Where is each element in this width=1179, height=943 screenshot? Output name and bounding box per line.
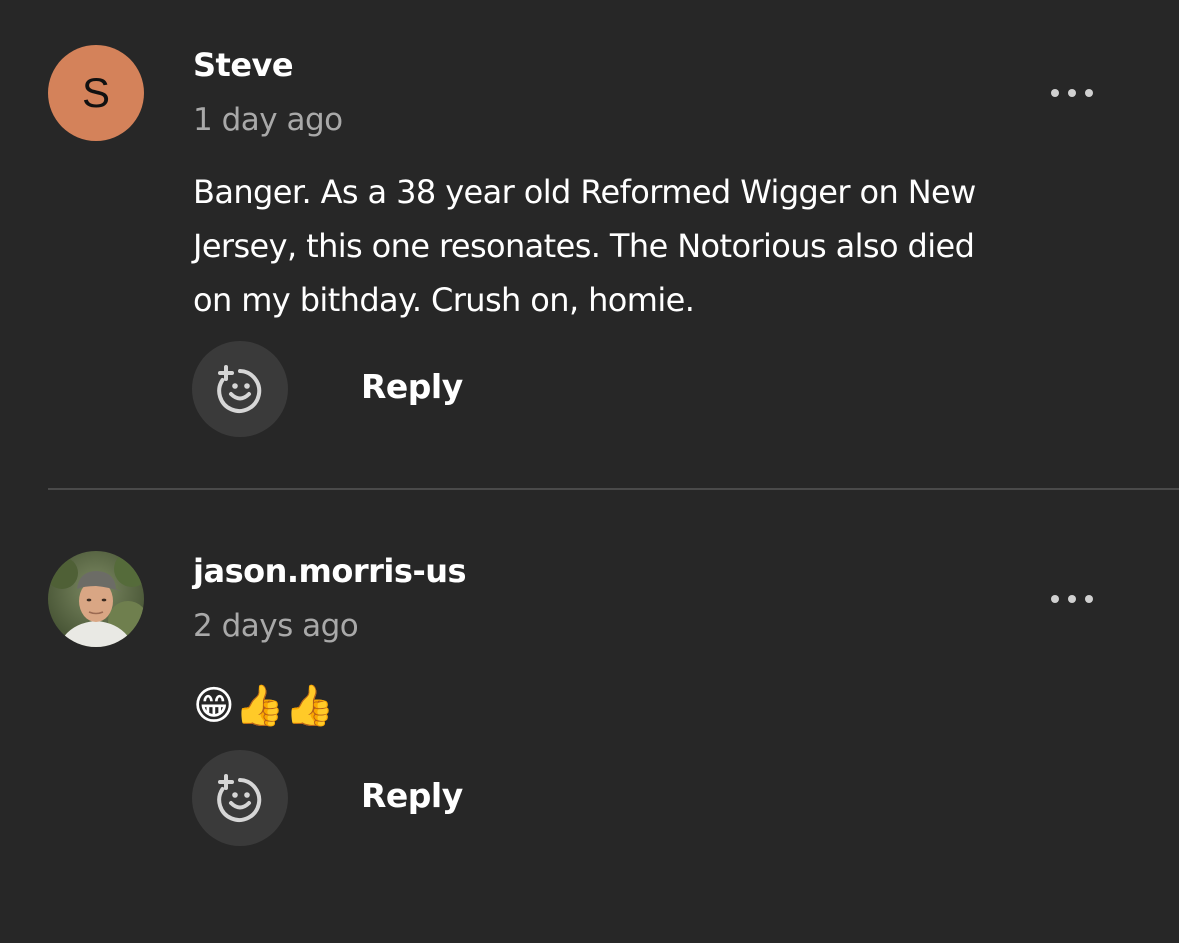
avatar-initial: S — [81, 69, 110, 116]
comment-timestamp: 2 days ago — [193, 608, 359, 644]
comment-item: jason.morris-us 2 days ago 😁👍👍 Reply — [0, 490, 1179, 943]
reply-button[interactable]: Reply — [361, 776, 463, 815]
avatar-photo — [48, 551, 144, 647]
reply-button[interactable]: Reply — [361, 367, 463, 406]
add-reaction-icon — [217, 365, 262, 413]
comment-body: 😁👍👍 — [193, 683, 335, 729]
more-horizontal-icon — [1051, 89, 1059, 97]
comment-item: S Steve 1 day ago Banger. As a 38 year o… — [0, 0, 1179, 488]
comment-username[interactable]: jason.morris-us — [193, 552, 467, 590]
add-reaction-button[interactable] — [192, 750, 288, 846]
avatar[interactable]: S — [48, 45, 144, 141]
comment-body-line: Jersey, this one resonates. The Notoriou… — [193, 227, 975, 265]
comment-timestamp: 1 day ago — [193, 102, 343, 138]
more-options-button[interactable] — [1040, 587, 1104, 611]
more-horizontal-icon — [1051, 595, 1059, 603]
comment-body: Banger. As a 38 year old Reformed Wigger… — [193, 165, 1123, 327]
avatar[interactable] — [48, 551, 144, 647]
comment-body-line: on my bithday. Crush on, homie. — [193, 281, 695, 319]
add-reaction-button[interactable] — [192, 341, 288, 437]
comment-username[interactable]: Steve — [193, 46, 294, 84]
comment-body-line: Banger. As a 38 year old Reformed Wigger… — [193, 173, 976, 211]
more-options-button[interactable] — [1040, 81, 1104, 105]
add-reaction-icon — [217, 774, 262, 822]
